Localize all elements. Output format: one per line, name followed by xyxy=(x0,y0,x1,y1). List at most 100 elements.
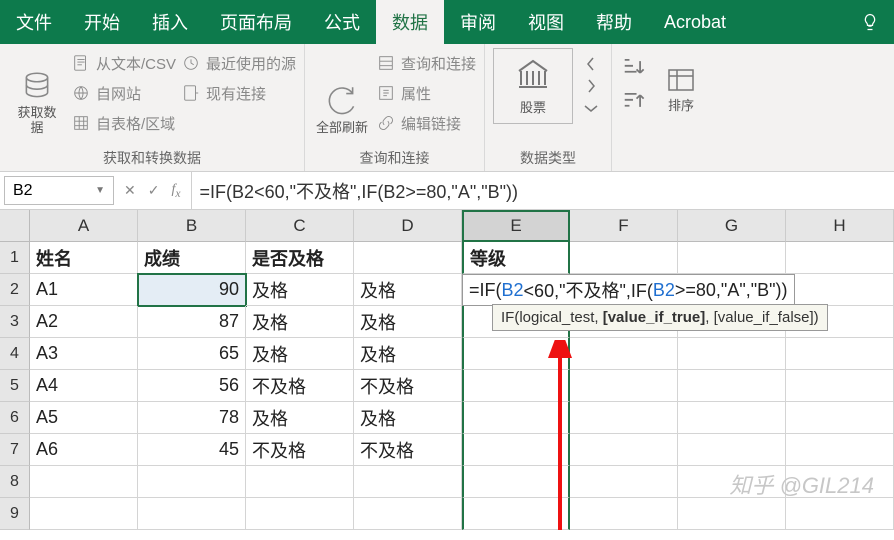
worksheet-grid[interactable]: A B C D E F G H 1 姓名 成绩 是否及格 等级 2 A1 90 … xyxy=(0,210,894,530)
queries-connections-button[interactable]: 查询和连接 xyxy=(377,50,476,76)
cell[interactable]: 等级 xyxy=(462,242,570,274)
chevron-left-icon[interactable] xyxy=(581,54,601,74)
cell[interactable]: 不及格 xyxy=(246,370,354,402)
tab-formulas[interactable]: 公式 xyxy=(308,0,376,44)
col-header-G[interactable]: G xyxy=(678,210,786,242)
cell[interactable] xyxy=(462,466,570,498)
cell[interactable]: A5 xyxy=(30,402,138,434)
cell[interactable] xyxy=(678,434,786,466)
cell-B2[interactable]: 90 xyxy=(138,274,246,306)
cell[interactable]: 65 xyxy=(138,338,246,370)
cell[interactable] xyxy=(678,338,786,370)
col-header-D[interactable]: D xyxy=(354,210,462,242)
cell[interactable] xyxy=(570,338,678,370)
row-header[interactable]: 6 xyxy=(0,402,30,434)
cell[interactable] xyxy=(570,370,678,402)
col-header-C[interactable]: C xyxy=(246,210,354,242)
cell[interactable] xyxy=(462,370,570,402)
cell[interactable]: 及格 xyxy=(354,274,462,306)
cell[interactable] xyxy=(138,466,246,498)
cell[interactable]: A4 xyxy=(30,370,138,402)
tell-me[interactable] xyxy=(846,0,894,44)
cell[interactable] xyxy=(462,338,570,370)
col-header-B[interactable]: B xyxy=(138,210,246,242)
cell[interactable] xyxy=(786,434,894,466)
cell[interactable] xyxy=(786,338,894,370)
cell[interactable]: A2 xyxy=(30,306,138,338)
cell[interactable]: 是否及格 xyxy=(246,242,354,274)
row-header[interactable]: 9 xyxy=(0,498,30,530)
select-all-button[interactable] xyxy=(0,210,30,242)
tab-review[interactable]: 审阅 xyxy=(444,0,512,44)
row-header[interactable]: 4 xyxy=(0,338,30,370)
cell[interactable]: 及格 xyxy=(246,338,354,370)
cell[interactable] xyxy=(462,434,570,466)
cell[interactable] xyxy=(570,434,678,466)
tab-file[interactable]: 文件 xyxy=(0,0,68,44)
cell[interactable]: 及格 xyxy=(354,306,462,338)
stocks-button[interactable]: 股票 xyxy=(493,48,573,124)
cell[interactable] xyxy=(354,498,462,530)
cell[interactable] xyxy=(570,498,678,530)
row-header[interactable]: 1 xyxy=(0,242,30,274)
cell[interactable] xyxy=(30,466,138,498)
tab-acrobat[interactable]: Acrobat xyxy=(648,0,742,44)
cell[interactable] xyxy=(786,402,894,434)
col-header-A[interactable]: A xyxy=(30,210,138,242)
cell[interactable]: 不及格 xyxy=(354,434,462,466)
cell[interactable]: A3 xyxy=(30,338,138,370)
sort-button[interactable]: 排序 xyxy=(652,48,710,114)
cell[interactable]: 56 xyxy=(138,370,246,402)
cell[interactable]: 及格 xyxy=(246,402,354,434)
formula-input[interactable]: =IF(B2<60,"不及格",IF(B2>=80,"A","B")) xyxy=(192,172,894,209)
existing-conn-button[interactable]: 现有连接 xyxy=(182,80,296,106)
from-table-button[interactable]: 自表格/区域 xyxy=(72,110,176,136)
tab-insert[interactable]: 插入 xyxy=(136,0,204,44)
cell[interactable] xyxy=(462,402,570,434)
cancel-icon[interactable]: ✕ xyxy=(124,182,136,199)
sort-desc-icon[interactable] xyxy=(620,88,646,114)
cell[interactable] xyxy=(246,498,354,530)
tab-page-layout[interactable]: 页面布局 xyxy=(204,0,308,44)
enter-icon[interactable]: ✓ xyxy=(148,182,160,199)
cell[interactable] xyxy=(354,242,462,274)
cell[interactable] xyxy=(786,498,894,530)
cell[interactable] xyxy=(786,274,894,306)
chevron-down-icon[interactable]: ▼ xyxy=(95,185,105,196)
cell[interactable] xyxy=(786,242,894,274)
refresh-all-button[interactable]: 全部刷新 xyxy=(313,48,371,136)
cell[interactable]: 87 xyxy=(138,306,246,338)
cell[interactable]: 姓名 xyxy=(30,242,138,274)
col-header-F[interactable]: F xyxy=(570,210,678,242)
recent-sources-button[interactable]: 最近使用的源 xyxy=(182,50,296,76)
sort-asc-icon[interactable] xyxy=(620,54,646,80)
chevron-right-icon[interactable] xyxy=(581,76,601,96)
cell[interactable] xyxy=(246,466,354,498)
cell[interactable] xyxy=(570,242,678,274)
col-header-E[interactable]: E xyxy=(462,210,570,242)
row-header[interactable]: 2 xyxy=(0,274,30,306)
properties-button[interactable]: 属性 xyxy=(377,80,476,106)
row-header[interactable]: 3 xyxy=(0,306,30,338)
cell[interactable]: 及格 xyxy=(354,338,462,370)
cell[interactable] xyxy=(678,242,786,274)
from-web-button[interactable]: 自网站 xyxy=(72,80,176,106)
row-header[interactable]: 5 xyxy=(0,370,30,402)
editing-cell-overlay[interactable]: =IF(B2<60,"不及格",IF(B2>=80,"A","B")) xyxy=(462,274,795,306)
row-header[interactable]: 7 xyxy=(0,434,30,466)
tab-help[interactable]: 帮助 xyxy=(580,0,648,44)
cell[interactable] xyxy=(570,466,678,498)
cell[interactable] xyxy=(678,402,786,434)
col-header-H[interactable]: H xyxy=(786,210,894,242)
cell[interactable] xyxy=(678,370,786,402)
cell[interactable] xyxy=(570,402,678,434)
cell[interactable] xyxy=(462,498,570,530)
row-header[interactable]: 8 xyxy=(0,466,30,498)
from-text-csv-button[interactable]: 从文本/CSV xyxy=(72,50,176,76)
edit-links-button[interactable]: 编辑链接 xyxy=(377,110,476,136)
cell[interactable]: 成绩 xyxy=(138,242,246,274)
cell[interactable] xyxy=(138,498,246,530)
cell[interactable]: A1 xyxy=(30,274,138,306)
cell[interactable]: 45 xyxy=(138,434,246,466)
cell[interactable]: 不及格 xyxy=(246,434,354,466)
